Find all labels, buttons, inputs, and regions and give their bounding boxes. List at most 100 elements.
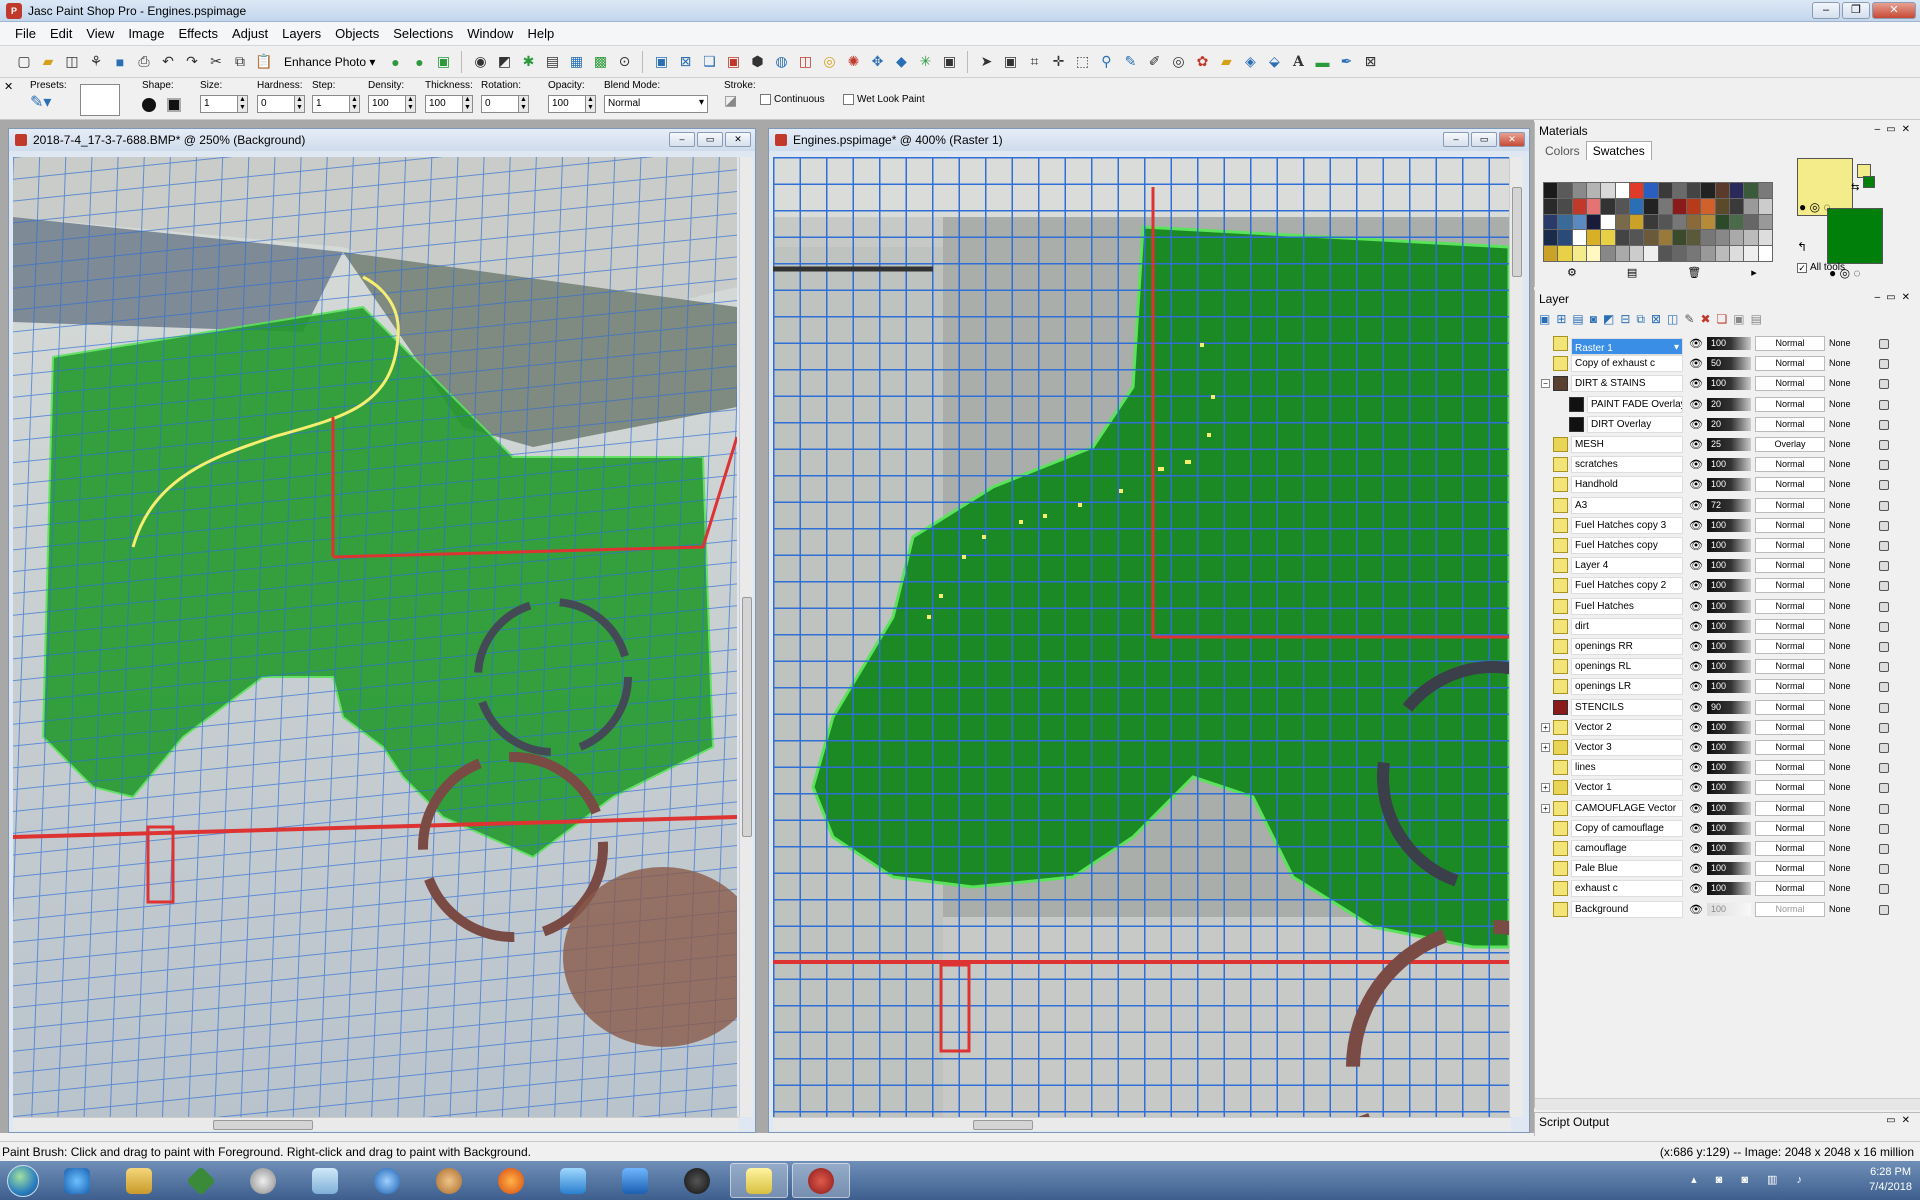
brush-tip-preview[interactable] <box>80 84 120 116</box>
swatch[interactable] <box>1615 198 1629 214</box>
layer-link-set[interactable]: None <box>1829 843 1875 853</box>
menu-window[interactable]: Window <box>460 26 520 41</box>
layer-opacity-slider[interactable]: 20 <box>1707 417 1751 431</box>
canvas-right-image[interactable] <box>773 157 1509 1117</box>
layer-name[interactable]: Layer 4 <box>1571 557 1683 575</box>
layer-link-set[interactable]: None <box>1829 621 1875 631</box>
layer-row[interactable]: Copy of camouflage 👁 100 Normal None <box>1539 819 1919 839</box>
swatch[interactable] <box>1558 214 1572 230</box>
swatch[interactable] <box>1558 246 1572 261</box>
swatch[interactable] <box>1544 198 1558 214</box>
histogram-icon[interactable]: ▤ <box>542 52 562 72</box>
layer-row[interactable]: lines 👁 100 Normal None <box>1539 758 1919 778</box>
layer-blend-mode[interactable]: Normal <box>1755 336 1825 351</box>
layer-lock-icon[interactable] <box>1879 844 1889 854</box>
layer-lock-icon[interactable] <box>1879 884 1889 895</box>
layer-link-set[interactable]: None <box>1829 479 1875 489</box>
layer-name[interactable]: Handhold <box>1571 476 1683 494</box>
layer-opacity-slider[interactable]: 100 <box>1707 660 1751 674</box>
zoom-icon[interactable]: ⊙ <box>614 52 634 72</box>
swatch[interactable] <box>1601 230 1615 246</box>
link-layer-icon[interactable]: ⧉ <box>1636 312 1645 327</box>
close-button[interactable]: ✕ <box>1872 2 1916 19</box>
promote-layer-icon[interactable]: ▣ <box>1733 312 1744 327</box>
layer-row[interactable]: PAINT FADE Overlay 👁 20 Normal None <box>1539 395 1919 415</box>
layer-opacity-slider[interactable]: 100 <box>1707 761 1751 775</box>
layer-lock-icon[interactable] <box>1879 803 1889 814</box>
layer-blend-mode[interactable]: Normal <box>1755 598 1825 614</box>
swatch[interactable] <box>1687 214 1701 230</box>
save-icon[interactable]: ■ <box>110 52 130 72</box>
canvas-left-image[interactable] <box>13 157 737 1117</box>
swatch[interactable] <box>1558 183 1572 198</box>
swatch[interactable] <box>1658 214 1672 230</box>
swatch[interactable] <box>1586 246 1601 261</box>
layer-list[interactable]: Raster 1👁100NormalNoneCopy of exhaust c👁… <box>1539 334 1919 954</box>
menu-layers[interactable]: Layers <box>275 26 328 41</box>
layer-name[interactable]: dirt <box>1571 617 1683 635</box>
layer-link-set[interactable]: None <box>1829 762 1875 772</box>
layer-opacity-slider[interactable]: 100 <box>1707 862 1751 876</box>
resource-icon[interactable]: ⚘ <box>86 52 106 72</box>
layer-name[interactable]: STENCILS <box>1571 698 1683 716</box>
layer-link-set[interactable]: None <box>1829 500 1875 510</box>
layer-blend-mode[interactable]: Normal <box>1755 618 1825 634</box>
layer-lock-icon[interactable] <box>1879 864 1889 875</box>
layer-name[interactable]: Fuel Hatches <box>1571 597 1683 615</box>
swatch[interactable] <box>1730 230 1744 246</box>
smudge-tool-icon[interactable]: ✿ <box>1192 52 1212 72</box>
layer-visibility-eye-icon[interactable]: 👁 <box>1689 418 1705 431</box>
histogram-palette-icon[interactable]: ◫ <box>795 52 815 72</box>
layer-lock-icon[interactable] <box>1879 601 1889 612</box>
swatch[interactable] <box>1672 230 1687 246</box>
menu-file[interactable]: File <box>8 26 43 41</box>
mixer-icon[interactable]: ✺ <box>843 52 863 72</box>
swatch[interactable] <box>1586 198 1601 214</box>
layer-lock-icon[interactable] <box>1879 399 1889 410</box>
vertical-scrollbar-right[interactable] <box>1509 157 1523 1117</box>
swatch[interactable] <box>1701 198 1715 214</box>
new-file-icon[interactable]: ▢ <box>14 52 34 72</box>
swatch[interactable] <box>1544 230 1558 246</box>
thickness-input[interactable]: 100 <box>425 95 463 113</box>
swatch[interactable] <box>1658 198 1672 214</box>
all-tools-check-box[interactable]: ✓ <box>1797 262 1807 273</box>
layer-row[interactable]: Background 👁 100 Normal None <box>1539 900 1919 920</box>
layer-name[interactable]: camouflage <box>1571 840 1683 857</box>
layer-lock-icon[interactable] <box>1879 379 1889 390</box>
swatch[interactable] <box>1615 183 1629 198</box>
layer-lock-icon[interactable] <box>1879 520 1889 531</box>
layer-expand-toggle[interactable]: + <box>1541 803 1550 813</box>
layer-link-set[interactable]: None <box>1829 419 1875 429</box>
layer-lock-icon[interactable] <box>1879 541 1889 551</box>
layer-visibility-eye-icon[interactable]: 👁 <box>1689 398 1705 411</box>
layer-row[interactable]: openings RR 👁 100 Normal None <box>1539 637 1919 657</box>
tab-swatches[interactable]: Swatches <box>1585 141 1652 160</box>
swatch[interactable] <box>1701 230 1715 246</box>
layer-name[interactable]: A3 <box>1571 496 1683 514</box>
layer-row[interactable]: + Vector 2 👁 100 Normal None <box>1539 718 1919 738</box>
layer-lock-icon[interactable] <box>1879 642 1889 652</box>
taskbar-app6[interactable] <box>358 1163 416 1198</box>
swatch[interactable] <box>1730 214 1744 230</box>
rotation-input[interactable]: 0 <box>481 95 519 113</box>
taskbar-app5[interactable] <box>296 1163 354 1198</box>
layer-link-set[interactable]: None <box>1829 358 1875 368</box>
wet-look-checkbox-box[interactable] <box>843 94 854 105</box>
horizontal-scrollbar-right[interactable] <box>773 1117 1511 1131</box>
layer-opacity-slider[interactable]: 100 <box>1707 882 1751 896</box>
layer-blend-mode[interactable]: Normal <box>1755 679 1825 695</box>
one-step-fix-icon[interactable]: ● <box>385 52 405 72</box>
swatch[interactable] <box>1544 183 1558 198</box>
swatch-options-icon[interactable]: ⚙ <box>1567 266 1577 282</box>
eraser-tool-icon[interactable]: ▰ <box>1216 52 1236 72</box>
swatch[interactable] <box>1730 246 1744 261</box>
layer-visibility-eye-icon[interactable]: 👁 <box>1689 822 1705 835</box>
layer-lock-icon[interactable] <box>1879 440 1889 450</box>
fill-style-icon[interactable]: ● ◎ ◌ <box>1799 200 1831 214</box>
horizontal-scrollbar-left[interactable] <box>13 1117 739 1131</box>
tab-colors[interactable]: Colors <box>1539 142 1586 160</box>
continuous-checkbox-box[interactable] <box>760 94 771 105</box>
swatch[interactable] <box>1644 246 1658 261</box>
layer-lock-icon[interactable] <box>1879 480 1889 491</box>
